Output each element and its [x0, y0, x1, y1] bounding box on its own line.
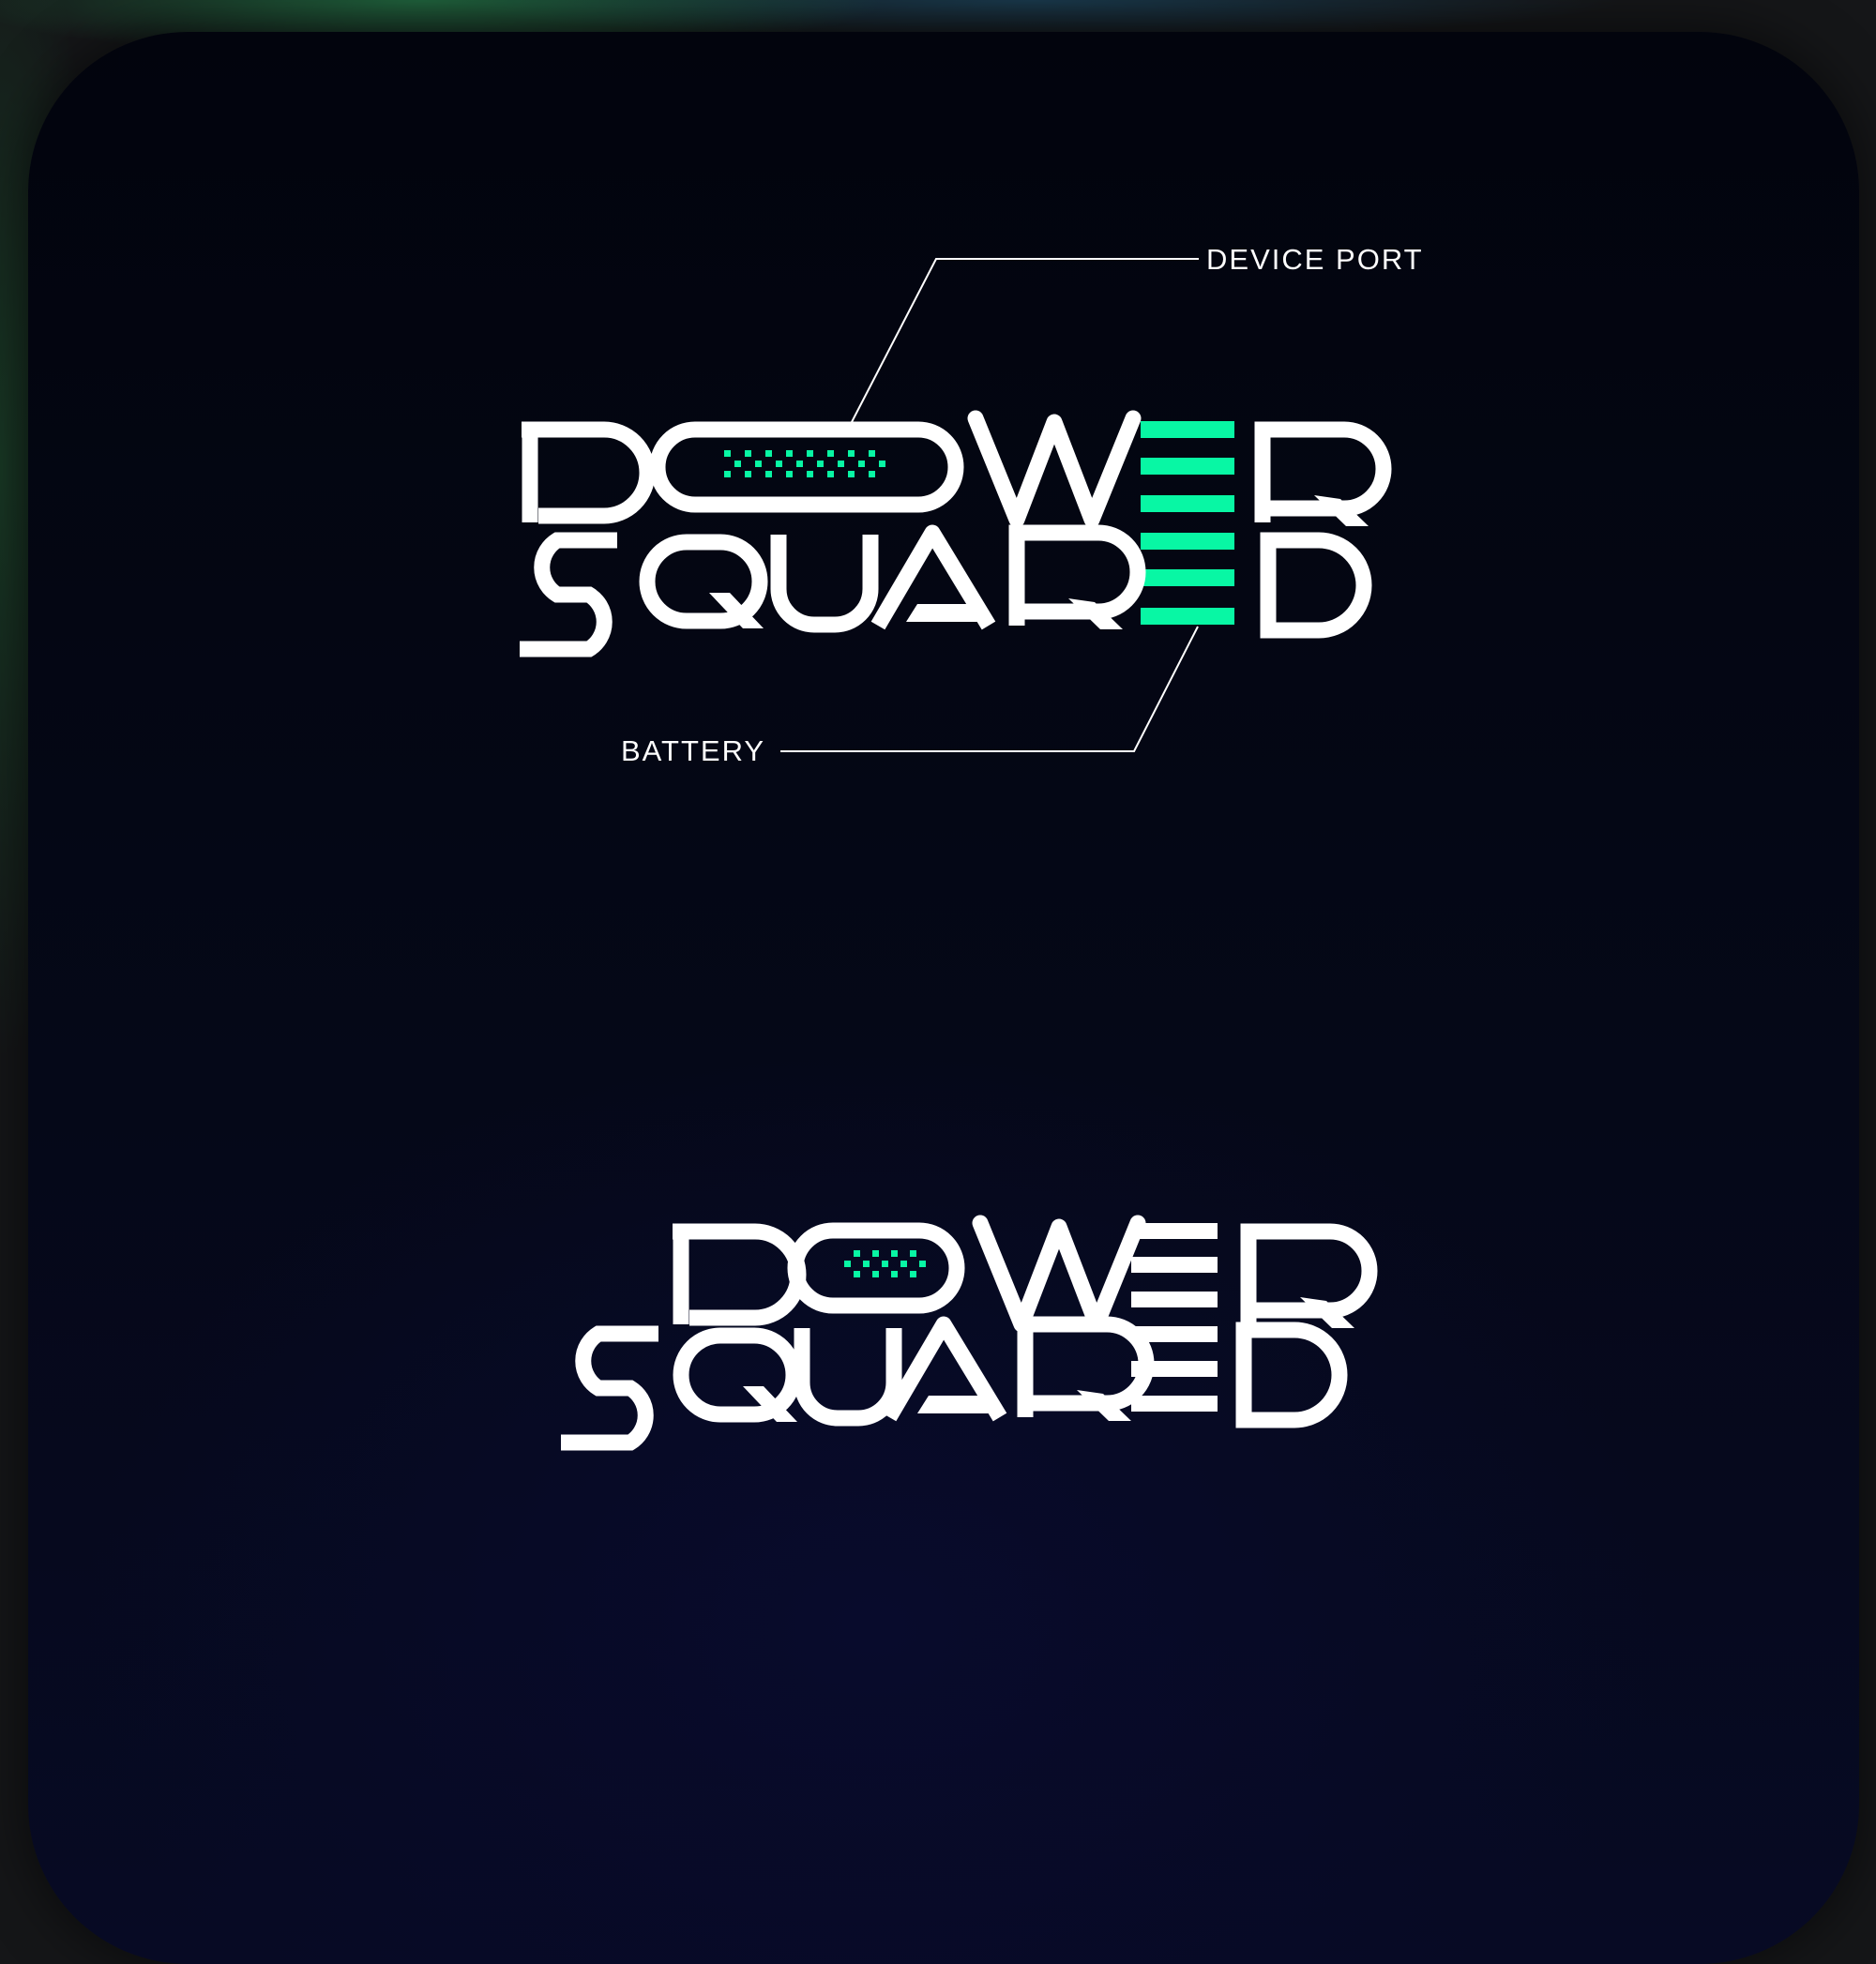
letter-d — [1244, 1330, 1339, 1420]
letter-w — [976, 418, 1133, 520]
letter-s — [520, 540, 617, 649]
letter-r — [1248, 1231, 1369, 1328]
letter-d — [1268, 540, 1364, 630]
device-port-o-letter — [649, 421, 964, 513]
logo-annotated: DEVICE PORT BATTERY — [520, 243, 1424, 767]
logo-clean-word-squared — [561, 1324, 1339, 1443]
letter-r — [1263, 430, 1384, 526]
letter-q — [681, 1336, 797, 1422]
letter-r2 — [1025, 1324, 1146, 1421]
letter-p — [673, 1231, 798, 1324]
logo-word-squared — [520, 533, 1364, 649]
letter-a — [889, 1324, 1000, 1417]
letter-p — [522, 430, 647, 522]
letter-u — [779, 535, 870, 625]
letter-q — [647, 542, 764, 628]
letter-a — [878, 533, 989, 626]
device-port-leader-line — [851, 258, 1199, 423]
letter-r2 — [1017, 533, 1138, 629]
battery-leader-line — [780, 626, 1199, 752]
letter-s — [561, 1334, 658, 1443]
logo-presentation: DEVICE PORT BATTERY — [0, 243, 1424, 1876]
logo-clean-word-power — [673, 1223, 1369, 1328]
device-port-pixels — [724, 450, 885, 477]
device-port-pixels — [844, 1250, 926, 1277]
battery-label: BATTERY — [621, 734, 765, 767]
letter-w — [980, 1223, 1138, 1324]
logo-word-power — [522, 418, 1384, 526]
battery-e-bars — [1141, 421, 1234, 625]
letter-u — [802, 1328, 894, 1418]
device-port-o-letter — [787, 1222, 965, 1314]
logo-clean — [561, 1223, 1369, 1443]
device-port-label: DEVICE PORT — [1206, 243, 1424, 276]
